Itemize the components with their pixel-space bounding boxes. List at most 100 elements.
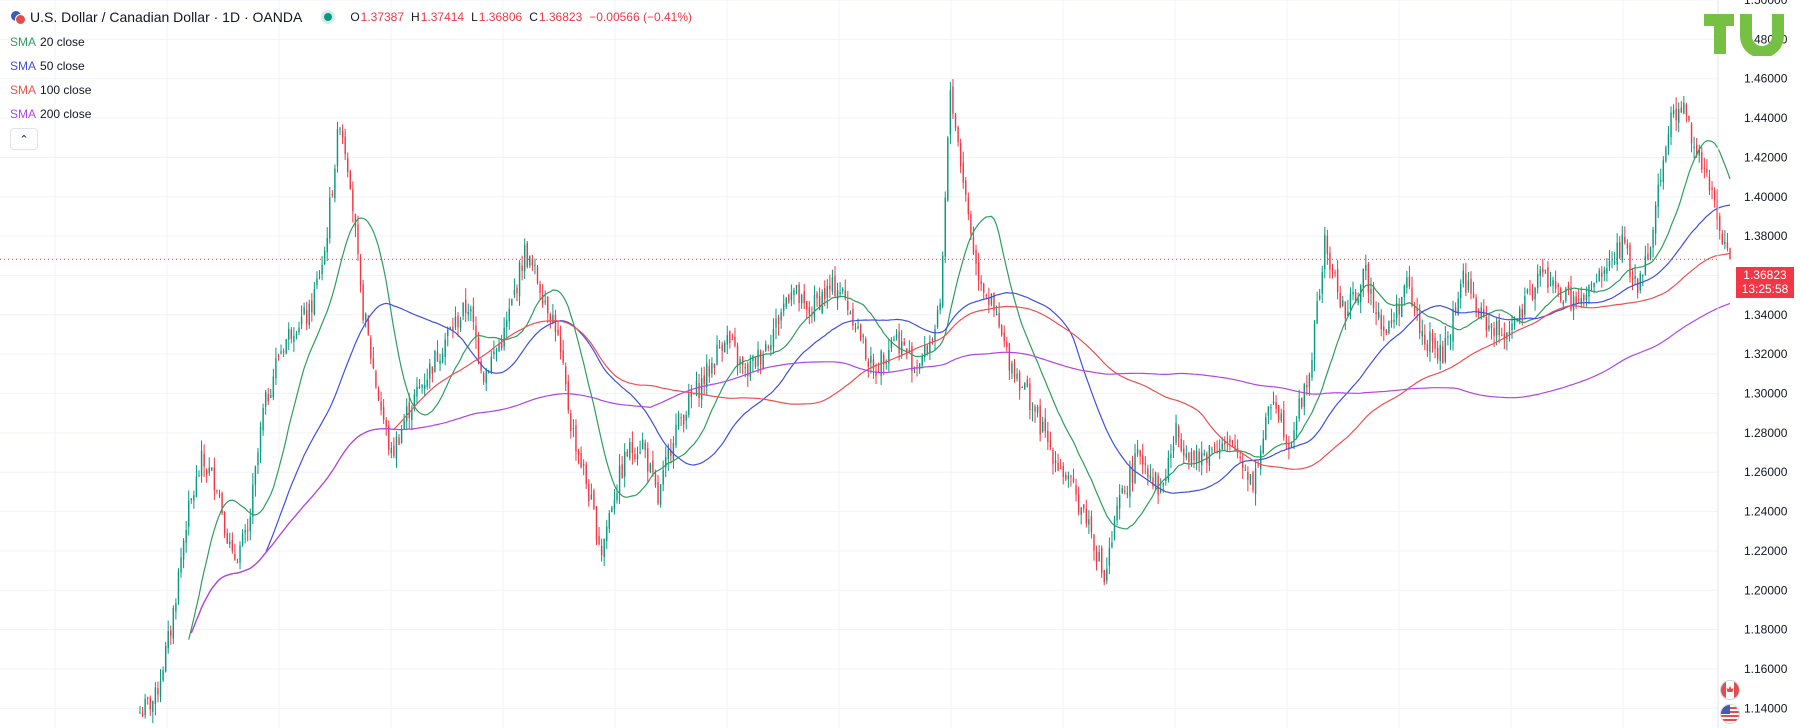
- candle-body: [516, 287, 518, 294]
- candle-body: [1044, 418, 1046, 432]
- symbol-title[interactable]: U.S. Dollar / Canadian Dollar · 1D · OAN…: [30, 9, 302, 25]
- candle: [1506, 332, 1508, 351]
- candle-body: [1242, 462, 1244, 468]
- candle-body: [1147, 468, 1149, 478]
- candle: [372, 346, 375, 370]
- price-tick-label: 1.50000: [1744, 0, 1788, 7]
- candle: [1293, 421, 1295, 450]
- indicator-sma-20[interactable]: SMA 20 close: [10, 31, 85, 53]
- candle-body: [139, 712, 141, 714]
- candle-body: [544, 300, 546, 303]
- candle: [388, 420, 390, 456]
- candle-body: [329, 197, 331, 239]
- candle: [364, 312, 367, 328]
- candle: [1683, 95, 1685, 115]
- candle: [1100, 545, 1103, 578]
- candle: [1603, 266, 1606, 282]
- indicator-sma-50[interactable]: SMA 50 close: [10, 55, 85, 77]
- candle-body: [272, 376, 275, 398]
- candle-body: [1170, 454, 1172, 459]
- candle-body: [657, 482, 659, 504]
- candle: [1362, 268, 1364, 297]
- candle-body: [247, 530, 249, 532]
- candle-body: [1301, 397, 1303, 408]
- candle-body: [1495, 320, 1498, 336]
- candle: [885, 359, 887, 370]
- candle: [808, 300, 811, 325]
- candle-body: [416, 386, 418, 397]
- price-chart[interactable]: 1.500001.480001.460001.440001.420001.400…: [0, 0, 1800, 728]
- close-label: C: [529, 10, 538, 24]
- candle-body: [188, 500, 190, 527]
- canada-flag-icon[interactable]: [1720, 680, 1740, 700]
- candle-body: [608, 512, 611, 529]
- candle-body: [967, 197, 970, 215]
- candle: [1393, 312, 1395, 329]
- candle: [454, 306, 457, 331]
- candle: [267, 387, 269, 406]
- candle-body: [816, 293, 818, 299]
- candle: [939, 298, 941, 315]
- candle: [208, 457, 210, 476]
- candle: [1344, 301, 1347, 330]
- candle-body: [1057, 462, 1059, 471]
- candle: [234, 543, 236, 561]
- candle-body: [1221, 443, 1223, 449]
- candle: [593, 488, 595, 511]
- candle: [1431, 329, 1434, 353]
- candle-body: [508, 308, 510, 322]
- price-tick-label: 1.42000: [1744, 150, 1788, 164]
- candle: [1072, 468, 1075, 484]
- candle-body: [172, 607, 175, 639]
- candle-body: [854, 327, 857, 330]
- candle-body: [1708, 176, 1711, 191]
- candle-body: [534, 264, 536, 266]
- indicator-sma-100[interactable]: SMA 100 close: [10, 79, 91, 101]
- collapse-legend-button[interactable]: ⌃: [10, 128, 38, 150]
- candle-body: [336, 129, 339, 167]
- symbol-legend[interactable]: U.S. Dollar / Canadian Dollar · 1D · OAN…: [10, 6, 699, 28]
- candle: [772, 318, 775, 355]
- candle-body: [1590, 283, 1593, 285]
- candle-body: [1016, 373, 1018, 379]
- candle: [1180, 433, 1182, 453]
- us-flag-icon[interactable]: [1720, 704, 1740, 724]
- candle-body: [603, 538, 605, 557]
- candle: [616, 484, 618, 504]
- candle-body: [1083, 504, 1085, 509]
- candle: [690, 384, 693, 409]
- candle: [870, 346, 872, 374]
- candle-body: [1311, 359, 1313, 378]
- candle: [1424, 324, 1426, 351]
- candle: [718, 340, 721, 349]
- candle-body: [1408, 276, 1411, 287]
- candle-body: [675, 424, 677, 446]
- candle: [703, 366, 705, 395]
- candle: [252, 473, 254, 524]
- price-axis[interactable]: 1.500001.480001.460001.440001.420001.400…: [1717, 0, 1788, 728]
- candle: [472, 297, 475, 331]
- indicator-sma-200[interactable]: SMA 200 close: [10, 103, 91, 125]
- candle: [336, 121, 339, 173]
- candle-body: [418, 386, 421, 388]
- candle-body: [1475, 297, 1477, 313]
- candle-body: [1116, 505, 1118, 521]
- candle: [282, 348, 285, 358]
- candle-body: [400, 428, 403, 444]
- candle: [1636, 277, 1639, 299]
- candle-body: [408, 402, 410, 419]
- candle-body: [1619, 242, 1621, 258]
- candle-body: [1142, 455, 1144, 465]
- chart-area[interactable]: 1.50000 1.48000 1.46000 1.44000 1.42000 1.400…: [0, 0, 1800, 728]
- candle-body: [724, 342, 726, 353]
- candle-body: [862, 335, 864, 337]
- candle-body: [667, 449, 669, 460]
- candle-body: [1336, 269, 1339, 293]
- candle: [600, 538, 603, 562]
- candle: [523, 238, 526, 280]
- candle: [1172, 435, 1175, 458]
- candle: [1549, 271, 1552, 287]
- candle: [890, 337, 893, 353]
- candle: [1152, 468, 1154, 490]
- price-tick-label: 1.14000: [1744, 701, 1788, 715]
